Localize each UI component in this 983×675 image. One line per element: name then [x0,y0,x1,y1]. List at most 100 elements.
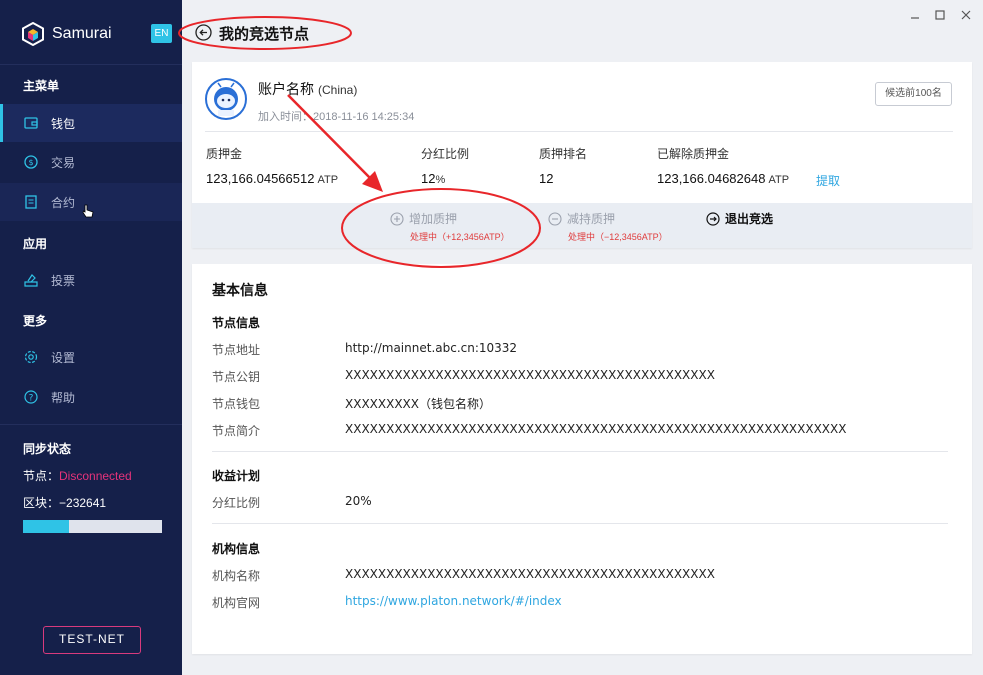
node-wallet-label: 节点钱包 [212,397,261,411]
add-stake-button[interactable]: 增加质押 [390,210,457,227]
node-intro-value: XXXXXXXXXXXXXXXXXXXXXXXXXXXXXXXXXXXXXXXX… [345,422,847,436]
sync-block-row: 区块：−232641 [23,494,106,511]
org-info-title: 机构信息 [212,542,261,556]
network-badge[interactable]: TEST-NET [43,626,141,654]
reduce-stake-pending: 处理中（−12,3456ATP） [568,232,668,242]
ratio-label: 分红比例 [421,147,470,161]
help-icon: ? [24,390,38,404]
vote-icon [24,273,38,287]
ratio-unit: % [435,174,446,186]
node-intro-label: 节点简介 [212,424,261,438]
apps-title: 应用 [23,237,48,251]
sync-node-label: 节点： [23,469,60,483]
divider [212,451,948,452]
hand-cursor-icon [82,204,94,218]
sidebar: Samurai EN 主菜单 钱包 $ 交易 合约 应用 投票 更多 设置 ? … [0,0,182,675]
account-name-text: 账户名称 [258,81,314,97]
sidebar-item-label: 交易 [51,155,76,170]
deposit-value: 123,166.04566512 ATP [206,171,338,186]
quit-election-button[interactable]: 退出竞选 [706,210,773,227]
svg-text:$: $ [28,158,33,167]
main-menu-title: 主菜单 [23,79,60,93]
sync-progress-fill [23,520,69,533]
sidebar-item-label: 合约 [51,195,76,210]
quit-election-label: 退出竞选 [725,212,774,226]
account-name: 账户名称 (China) [258,79,357,99]
income-plan-title: 收益计划 [212,469,261,483]
close-icon[interactable] [959,9,973,23]
sync-block-label: 区块： [23,496,60,510]
exchange-icon: $ [24,155,38,169]
sidebar-item-label: 投票 [51,273,76,288]
deposit-label: 质押金 [206,147,243,161]
minimize-icon[interactable] [908,9,922,23]
released-label: 已解除质押金 [657,147,730,161]
rank-value: 12 [539,171,554,186]
add-stake-label: 增加质押 [409,212,458,226]
contract-icon [24,195,38,209]
join-time-label: 加入时间： [258,111,313,123]
divider [0,64,182,65]
released-value: 123,166.04682648 ATP [657,171,789,186]
node-info-title: 节点信息 [212,316,261,330]
brand: Samurai [22,21,112,47]
divider [205,131,953,132]
gear-icon [24,350,38,364]
divider [0,424,182,425]
income-ratio-value: 20% [345,494,372,508]
node-pubkey-label: 节点公钥 [212,370,261,384]
org-website-link[interactable]: https://www.platon.network/#/index [345,594,562,608]
language-toggle[interactable]: EN [151,24,172,43]
org-name-label: 机构名称 [212,569,261,583]
node-wallet-value: XXXXXXXXX（钱包名称） [345,397,491,411]
minus-circle-icon [548,211,562,226]
more-title: 更多 [23,314,48,328]
income-ratio-label: 分红比例 [212,496,261,510]
plus-circle-icon [390,211,404,226]
sidebar-item-wallet[interactable]: 钱包 [0,104,182,142]
sidebar-item-transactions[interactable]: $ 交易 [0,143,182,181]
sidebar-item-label: 钱包 [51,116,76,131]
account-country: (China) [318,83,358,97]
join-time: 加入时间：2018-11-16 14:25:34 [258,108,414,124]
sidebar-item-vote[interactable]: 投票 [0,261,182,299]
page-title: 我的竞选节点 [219,26,310,43]
node-address-value: http://mainnet.abc.cn:10332 [345,341,518,355]
reduce-stake-button[interactable]: 减持质押 [548,210,615,227]
rank-label: 质押排名 [539,147,588,161]
node-pubkey-value: XXXXXXXXXXXXXXXXXXXXXXXXXXXXXXXXXXXXXXXX… [345,368,715,382]
sync-node-status: Disconnected [59,469,132,483]
withdraw-link[interactable]: 提取 [816,172,840,189]
org-website-label: 机构官网 [212,596,261,610]
maximize-icon[interactable] [933,9,947,23]
sidebar-item-label: 帮助 [51,390,76,405]
app-name: Samurai [52,25,112,42]
basic-info-card [192,264,972,654]
basic-info-title: 基本信息 [212,282,268,298]
org-name-value: XXXXXXXXXXXXXXXXXXXXXXXXXXXXXXXXXXXXXXXX… [345,567,715,581]
add-stake-pending: 处理中（+12,3456ATP） [410,232,510,242]
avatar [205,78,247,120]
deposit-unit: ATP [317,174,339,186]
sidebar-item-settings[interactable]: 设置 [0,338,182,376]
released-unit: ATP [768,174,790,186]
candidate-rank-badge[interactable]: 候选前100名 [875,82,952,106]
released-amount: 123,166.04682648 [657,171,766,186]
ratio-number: 12 [421,171,436,186]
sync-node-row: 节点：Disconnected [23,467,132,484]
sidebar-item-help[interactable]: ? 帮助 [0,378,182,416]
samurai-logo-icon [22,22,44,46]
reduce-stake-label: 减持质押 [567,212,616,226]
sync-status-title: 同步状态 [23,442,72,456]
node-address-label: 节点地址 [212,343,261,357]
sync-progress-bar [23,520,162,533]
deposit-amount: 123,166.04566512 [206,171,315,186]
divider [212,523,948,524]
exit-circle-icon [706,211,720,226]
wallet-icon [24,116,38,130]
ratio-value: 12% [421,171,445,186]
svg-text:?: ? [29,394,34,404]
sync-block-value: −232641 [59,496,107,510]
back-arrow-icon[interactable] [195,24,212,41]
sidebar-item-label: 设置 [51,350,76,365]
